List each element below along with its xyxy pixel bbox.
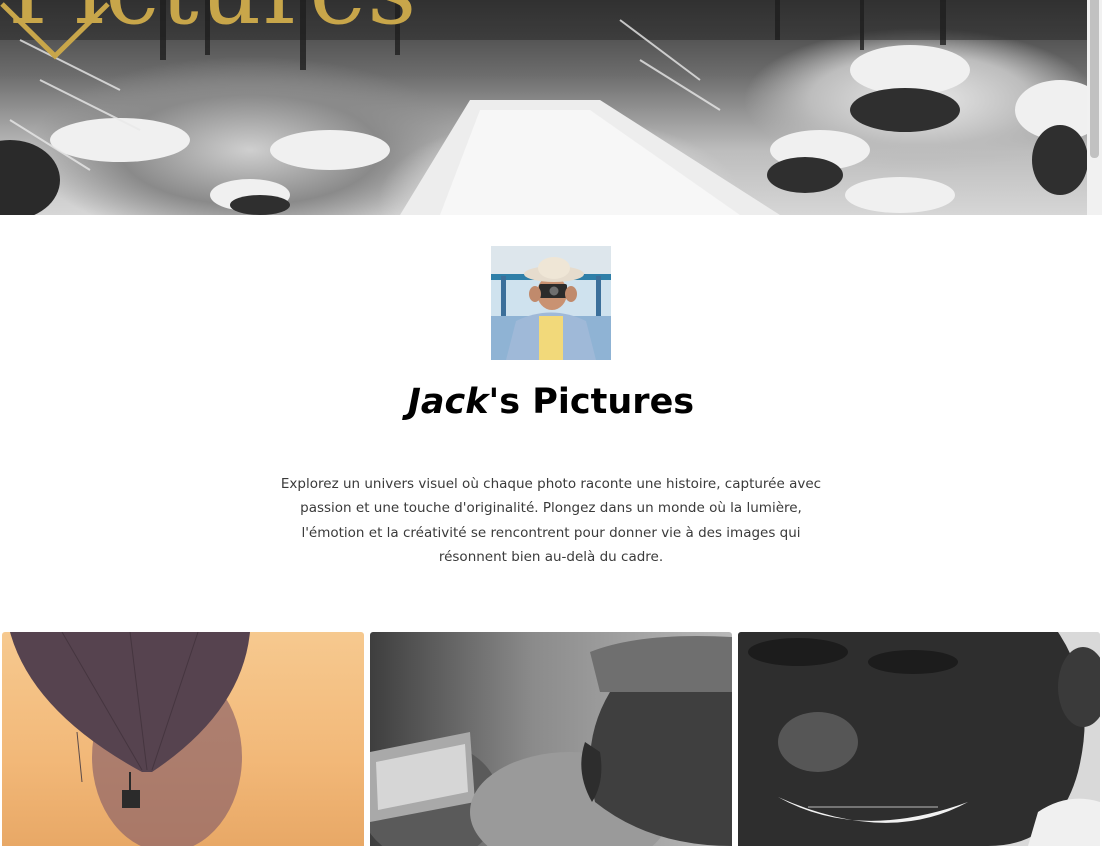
- photographer-avatar-image: [491, 246, 611, 360]
- intro-text: Explorez un univers visuel où chaque pho…: [280, 475, 822, 566]
- avatar: [491, 246, 611, 360]
- photo-gallery: [2, 632, 1100, 846]
- page-title-suffix: 's Pictures: [488, 382, 695, 422]
- owner-name: Jack: [407, 382, 489, 422]
- gallery-photo-balloons[interactable]: [2, 632, 364, 846]
- hero-banner: Pictures: [0, 0, 1087, 215]
- chevron-down-icon[interactable]: [0, 0, 110, 62]
- scrollbar[interactable]: [1087, 0, 1102, 215]
- page-title: Jack's Pictures: [0, 378, 1102, 426]
- gallery-photo-smiling-man[interactable]: [738, 632, 1100, 846]
- scrollbar-thumb[interactable]: [1090, 0, 1099, 158]
- balloons-image: [10, 632, 250, 846]
- page: Pictures: [0, 0, 1102, 846]
- man-with-cap-image: [370, 636, 732, 846]
- smiling-man-image: [738, 632, 1100, 846]
- gallery-photo-man-with-cap[interactable]: [370, 632, 732, 846]
